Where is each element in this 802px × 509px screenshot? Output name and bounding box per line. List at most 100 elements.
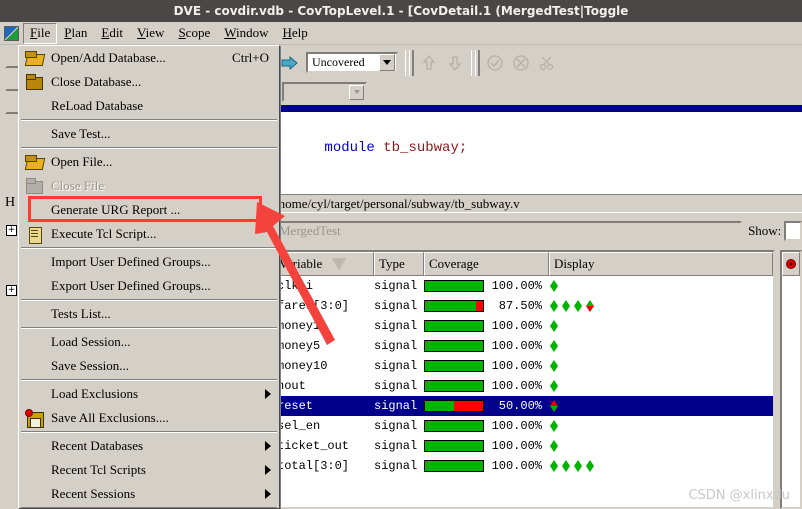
table-row[interactable]: sel_en signal 100.00%: [274, 416, 773, 436]
table-row[interactable]: money5 signal 100.00%: [274, 336, 773, 356]
menu-item-recent-databases[interactable]: Recent Databases: [19, 434, 279, 458]
table-row[interactable]: money10 signal 100.00%: [274, 356, 773, 376]
test-tab-row: MergedTest Show:: [272, 218, 802, 244]
scroll-icon: [25, 225, 45, 244]
menubar-item-scope[interactable]: Scope: [171, 23, 217, 44]
menu-item-open-file[interactable]: Open File...: [19, 150, 279, 174]
menubar-item-plan[interactable]: Plan: [57, 23, 94, 44]
menubar-item-file[interactable]: File: [23, 22, 58, 44]
scope-combo[interactable]: [282, 82, 367, 102]
menu-item-label: Load Session...: [51, 334, 131, 349]
toggle-direction-marker[interactable]: [586, 299, 595, 313]
menubar-item-view[interactable]: View: [130, 23, 171, 44]
exclusion-panel-header[interactable]: [782, 252, 800, 276]
table-row[interactable]: clk_i signal 100.00%: [274, 276, 773, 296]
column-header-coverage[interactable]: Coverage: [424, 252, 549, 276]
toggle-direction-marker[interactable]: [550, 299, 559, 313]
menu-item-save-test[interactable]: Save Test...: [19, 122, 279, 146]
submenu-arrow-icon: [265, 465, 271, 475]
toggle-direction-marker[interactable]: [562, 459, 571, 473]
toolbar-grip-4[interactable]: [405, 49, 414, 76]
menu-item-import-user-defined-groups[interactable]: Import User Defined Groups...: [19, 250, 279, 274]
coverage-bar: [424, 300, 484, 312]
tree-expand-icon[interactable]: +: [6, 225, 17, 236]
coverage-bar-fill: [425, 341, 483, 351]
table-row[interactable]: money1 signal 100.00%: [274, 316, 773, 336]
cell-coverage: 100.00%: [424, 439, 549, 453]
menubar-item-help[interactable]: Help: [275, 23, 314, 44]
menu-item-close-database[interactable]: Close Database...: [19, 70, 279, 94]
menu-item-export-user-defined-groups[interactable]: Export User Defined Groups...: [19, 274, 279, 298]
promote-down-icon: [443, 51, 467, 75]
menu-item-execute-tcl-script[interactable]: Execute Tcl Script...: [19, 222, 279, 246]
chevron-down-small-icon[interactable]: [349, 84, 364, 100]
file-menu-popup[interactable]: Open/Add Database... Ctrl+O Close Database…: [18, 45, 280, 509]
cell-type: signal: [374, 399, 418, 413]
triangle-down-icon: [586, 306, 594, 312]
table-row[interactable]: total[3:0] signal 100.00%: [274, 456, 773, 476]
cell-variable: clk_i: [277, 279, 314, 293]
table-row[interactable]: ticket_out signal 100.00%: [274, 436, 773, 456]
menu-item-label: Save Test...: [51, 126, 111, 141]
menu-item-generate-urg-report[interactable]: Generate URG Report ...: [19, 198, 279, 222]
toggle-direction-marker[interactable]: [562, 299, 571, 313]
menu-item-tests-list[interactable]: Tests List...: [19, 302, 279, 326]
cell-coverage: 100.00%: [424, 339, 549, 353]
toggle-direction-marker[interactable]: [550, 439, 559, 453]
menu-item-recent-tcl-scripts[interactable]: Recent Tcl Scripts: [19, 458, 279, 482]
coverage-bar-fill: [425, 401, 454, 411]
coverage-filter-combo[interactable]: Uncovered: [306, 52, 398, 73]
coverage-percent: 100.00%: [491, 279, 542, 293]
toggle-direction-marker[interactable]: [550, 339, 559, 353]
menu-item-load-session[interactable]: Load Session...: [19, 330, 279, 354]
menu-item-recent-sessions[interactable]: Recent Sessions: [19, 482, 279, 506]
table-row[interactable]: nout signal 100.00%: [274, 376, 773, 396]
toggle-direction-marker[interactable]: [550, 279, 559, 293]
toggle-direction-marker[interactable]: [574, 459, 583, 473]
toggle-direction-marker[interactable]: [550, 399, 559, 413]
menu-item-label: Recent Sessions: [51, 486, 136, 501]
column-header-display[interactable]: Display: [549, 252, 773, 276]
menu-item-save-all-exclusions[interactable]: Save All Exclusions....: [19, 406, 279, 430]
toggle-direction-marker[interactable]: [550, 459, 559, 473]
toggle-direction-marker[interactable]: [550, 319, 559, 333]
cell-display: [549, 339, 773, 353]
source-code-pane[interactable]: module tb_subway; reg clk_i; reg reset;: [272, 105, 802, 194]
triangle-down-icon: [550, 326, 558, 332]
coverage-percent: 100.00%: [491, 459, 542, 473]
coverage-bar-fill: [425, 321, 483, 331]
coverage-bar-fill: [425, 361, 483, 371]
show-input[interactable]: [784, 221, 802, 241]
toggle-direction-marker[interactable]: [586, 459, 595, 473]
table-row[interactable]: reset signal 50.00%: [274, 396, 773, 416]
coverage-bar: [424, 400, 484, 412]
menu-item-label: Execute Tcl Script...: [51, 226, 157, 241]
sort-descending-icon[interactable]: [332, 258, 347, 270]
coverage-percent: 100.00%: [491, 379, 542, 393]
toolbar-grip-5[interactable]: [471, 49, 480, 76]
menu-item-save-session[interactable]: Save Session...: [19, 354, 279, 378]
toggle-direction-marker[interactable]: [550, 379, 559, 393]
forward-arrow-icon[interactable]: [277, 51, 301, 75]
toggle-direction-marker[interactable]: [550, 359, 559, 373]
menu-item-label: Save Session...: [51, 358, 129, 373]
toggle-direction-marker[interactable]: [574, 299, 583, 313]
cell-coverage: 50.00%: [424, 399, 549, 413]
column-header-type[interactable]: Type: [374, 252, 424, 276]
coverage-bar: [424, 320, 484, 332]
tab-mergedtest[interactable]: MergedTest: [274, 220, 743, 242]
cell-type: signal: [374, 279, 418, 293]
menu-item-load-exclusions[interactable]: Load Exclusions: [19, 382, 279, 406]
menu-item-open-add-database[interactable]: Open/Add Database... Ctrl+O: [19, 46, 279, 70]
toggle-direction-marker[interactable]: [550, 419, 559, 433]
chevron-down-icon[interactable]: [379, 54, 395, 71]
menubar-item-window[interactable]: Window: [217, 23, 275, 44]
tree-expand-icon[interactable]: +: [6, 285, 17, 296]
menubar-item-edit[interactable]: Edit: [94, 23, 130, 44]
column-header-display-label: Display: [554, 256, 595, 271]
menu-item-reload-database[interactable]: ReLoad Database: [19, 94, 279, 118]
column-header-variable[interactable]: Variable: [274, 252, 374, 276]
table-row[interactable]: fares[3:0] signal 87.50%: [274, 296, 773, 316]
menu-item-label: Generate URG Report ...: [51, 202, 181, 217]
tab-mergedtest-label: MergedTest: [279, 223, 341, 238]
